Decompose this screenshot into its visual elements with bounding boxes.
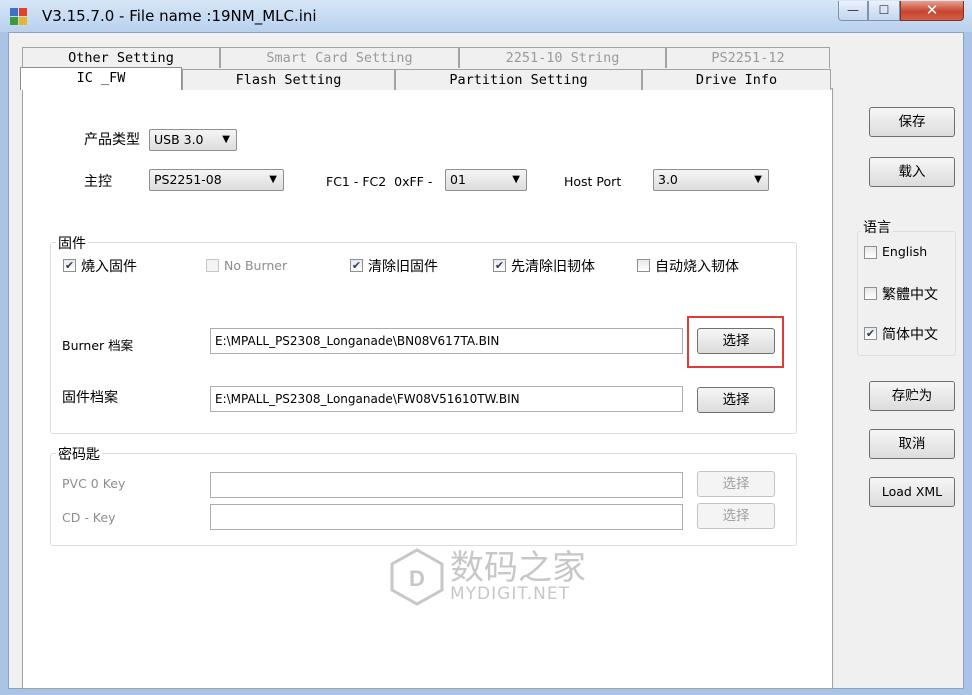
tab-partition-setting[interactable]: Partition Setting xyxy=(395,69,642,90)
watermark-en-text: MYDIGIT.NET xyxy=(450,584,570,604)
pvc-key-select-button[interactable]: 选择 xyxy=(697,471,775,497)
tab-smart-card-setting[interactable]: Smart Card Setting xyxy=(220,47,459,68)
clear-old-firmware-label: 清除旧固件 xyxy=(368,259,438,275)
clear-old-firmware-first-checkbox[interactable]: ✔ xyxy=(493,259,506,272)
chevron-down-icon: ▼ xyxy=(754,174,762,185)
tab-2251-10-string[interactable]: 2251-10 String xyxy=(459,47,666,68)
minimize-button[interactable]: — xyxy=(838,1,868,21)
clear-old-firmware-checkbox[interactable]: ✔ xyxy=(350,259,363,272)
host-port-select[interactable]: 3.0 ▼ xyxy=(653,169,769,191)
minimize-icon: — xyxy=(847,3,859,17)
tab-flash-setting[interactable]: Flash Setting xyxy=(182,69,395,90)
language-traditional-label: 繁體中文 xyxy=(882,287,938,303)
title-bar[interactable]: V3.15.7.0 - File name :19NM_MLC.ini — ☐ … xyxy=(0,0,972,32)
controller-label: 主控 xyxy=(84,174,112,190)
language-group-title: 语言 xyxy=(861,217,893,237)
load-xml-button[interactable]: Load XML xyxy=(869,477,955,507)
app-icon xyxy=(10,8,27,25)
cd-key-label: CD - Key xyxy=(62,510,116,525)
controller-value: PS2251-08 xyxy=(154,172,222,187)
language-simplified-label: 简体中文 xyxy=(882,327,938,343)
chevron-down-icon: ▼ xyxy=(222,134,230,145)
language-english-label: English xyxy=(882,244,928,259)
fc-value: 01 xyxy=(450,172,466,187)
key-group xyxy=(50,453,797,546)
host-port-value: 3.0 xyxy=(658,172,678,187)
tab-drive-info[interactable]: Drive Info xyxy=(642,69,831,90)
maximize-button[interactable]: ☐ xyxy=(868,1,900,21)
cd-key-select-button[interactable]: 选择 xyxy=(697,503,775,529)
no-burner-checkbox[interactable] xyxy=(206,259,219,272)
maximize-icon: ☐ xyxy=(878,3,890,17)
watermark: D 数码之家 MYDIGIT.NET xyxy=(388,540,588,606)
tab-ic-fw[interactable]: IC _FW xyxy=(20,67,182,90)
cd-key-field[interactable] xyxy=(210,504,683,530)
watermark-cn-text: 数码之家 xyxy=(450,548,586,588)
svg-text:D: D xyxy=(409,566,425,591)
pvc-key-field[interactable] xyxy=(210,472,683,498)
product-type-label: 产品类型 xyxy=(84,132,140,148)
chevron-down-icon: ▼ xyxy=(512,174,520,185)
key-group-title: 密码匙 xyxy=(56,444,102,464)
language-simplified-checkbox[interactable]: ✔ xyxy=(864,327,877,340)
firmware-file-field[interactable]: E:\MPALL_PS2308_Longanade\FW08V51610TW.B… xyxy=(210,386,683,412)
watermark-logo-icon: D xyxy=(390,548,444,606)
cancel-button[interactable]: 取消 xyxy=(869,429,955,459)
product-type-select[interactable]: USB 3.0 ▼ xyxy=(149,129,237,151)
no-burner-label: No Burner xyxy=(224,258,288,273)
firmware-file-select-button[interactable]: 选择 xyxy=(697,387,775,413)
clear-old-firmware-first-label: 先清除旧韧体 xyxy=(511,259,595,275)
language-traditional-checkbox[interactable] xyxy=(864,287,877,300)
save-as-button[interactable]: 存贮为 xyxy=(869,381,955,411)
language-english-checkbox[interactable] xyxy=(864,246,877,259)
tab-ps2251-12[interactable]: PS2251-12 xyxy=(666,47,830,68)
pvc-key-label: PVC 0 Key xyxy=(62,476,126,491)
fc-select[interactable]: 01 ▼ xyxy=(445,169,527,191)
load-button[interactable]: 载入 xyxy=(869,157,955,187)
highlight-box xyxy=(687,316,784,368)
burn-firmware-label: 燒入固件 xyxy=(81,259,137,275)
auto-burn-firmware-checkbox[interactable] xyxy=(637,259,650,272)
close-button[interactable]: ✕ xyxy=(900,1,964,21)
product-type-value: USB 3.0 xyxy=(154,132,204,147)
save-button[interactable]: 保存 xyxy=(869,107,955,137)
burn-firmware-checkbox[interactable]: ✔ xyxy=(63,259,76,272)
tab-other-setting[interactable]: Other Setting xyxy=(22,47,220,68)
firmware-group-title: 固件 xyxy=(56,233,88,253)
controller-select[interactable]: PS2251-08 ▼ xyxy=(149,169,284,191)
host-port-label: Host Port xyxy=(564,174,622,189)
burner-file-field[interactable]: E:\MPALL_PS2308_Longanade\BN08V617TA.BIN xyxy=(210,328,683,354)
chevron-down-icon: ▼ xyxy=(269,174,277,185)
burner-file-label: Burner 档案 xyxy=(62,338,134,353)
firmware-file-label: 固件档案 xyxy=(62,390,118,406)
fc-label: FC1 - FC2 0xFF - xyxy=(326,174,433,189)
window-title: V3.15.7.0 - File name :19NM_MLC.ini xyxy=(42,7,317,25)
close-icon: ✕ xyxy=(925,1,939,19)
auto-burn-firmware-label: 自动烧入韧体 xyxy=(655,259,739,275)
